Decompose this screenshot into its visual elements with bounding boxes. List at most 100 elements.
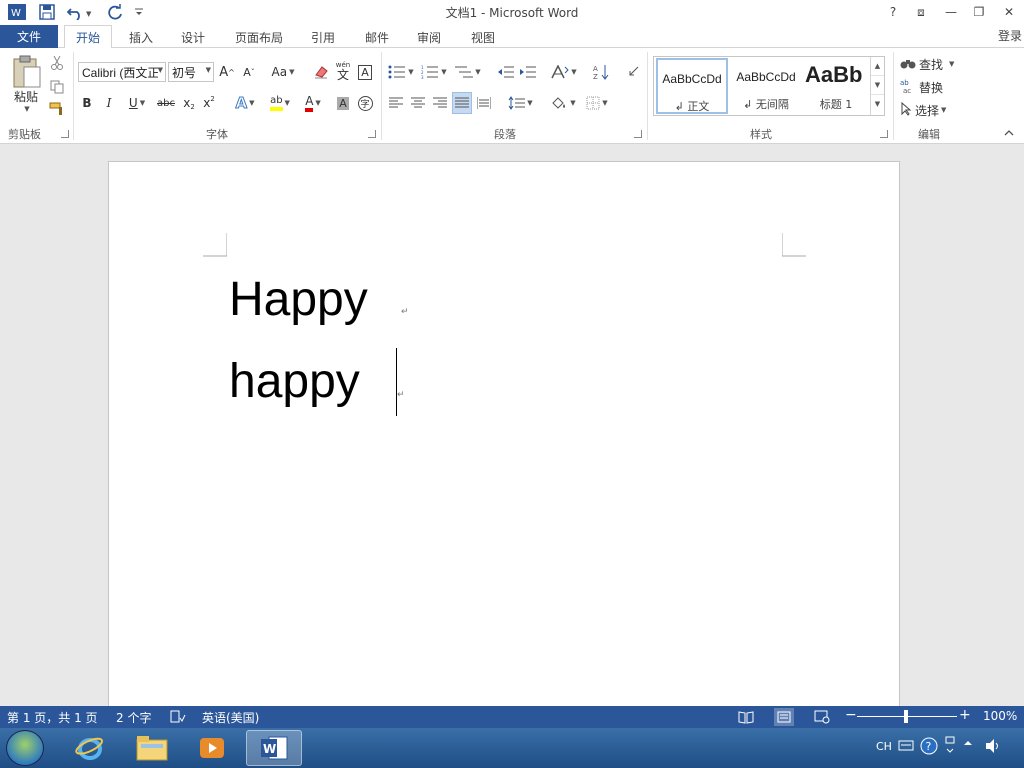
italic-button[interactable]: I bbox=[100, 92, 118, 114]
media-player-icon[interactable] bbox=[184, 730, 240, 766]
styles-scroll-down-icon[interactable]: ▼ bbox=[871, 76, 884, 95]
style-normal[interactable]: AaBbCcDd ↲ 正文 bbox=[656, 58, 728, 114]
enclose-characters-button[interactable]: 字 bbox=[356, 92, 374, 114]
style-heading-1[interactable]: AaBb 标题 1 bbox=[802, 58, 870, 114]
tab-review[interactable]: 审阅 bbox=[408, 25, 450, 49]
font-size-dropdown-icon[interactable]: ▼ bbox=[206, 66, 211, 74]
copy-icon[interactable] bbox=[48, 78, 66, 96]
document-line-2[interactable]: happy bbox=[229, 354, 360, 409]
proofing-icon[interactable] bbox=[170, 710, 186, 727]
ime-options-icon[interactable] bbox=[944, 736, 956, 759]
zoom-slider-thumb[interactable] bbox=[904, 710, 908, 723]
zoom-level[interactable]: 100% bbox=[983, 709, 1017, 723]
read-mode-icon[interactable] bbox=[738, 710, 754, 727]
paste-button[interactable]: 粘贴 bbox=[8, 88, 44, 104]
start-button-icon[interactable] bbox=[6, 730, 44, 766]
grow-font-button[interactable]: A ^ bbox=[218, 61, 236, 83]
tab-view[interactable]: 视图 bbox=[462, 25, 504, 49]
numbering-icon[interactable]: 1 2 3 ▼ bbox=[420, 61, 448, 83]
bullets-icon[interactable]: ▼ bbox=[387, 61, 415, 83]
underline-button[interactable]: U ▼ bbox=[122, 92, 152, 114]
subscript-button[interactable]: x2 bbox=[180, 92, 198, 114]
replace-button[interactable]: ab ac 替换 bbox=[900, 76, 960, 98]
align-left-icon[interactable] bbox=[387, 92, 405, 114]
select-button[interactable]: 选择 ▼ bbox=[900, 99, 960, 121]
font-name-combo[interactable]: Calibri (西文正 ▼ bbox=[78, 62, 166, 82]
chinese-layout-icon[interactable]: ▼ bbox=[550, 61, 578, 83]
phonetic-guide-button[interactable]: wén 文 bbox=[334, 58, 352, 84]
show-hide-marks-icon[interactable] bbox=[624, 61, 642, 83]
clear-formatting-icon[interactable] bbox=[312, 61, 330, 83]
superscript-button[interactable]: x2 bbox=[200, 92, 218, 114]
tab-references[interactable]: 引用 bbox=[302, 25, 344, 49]
word-taskbar-icon[interactable]: W bbox=[246, 730, 302, 766]
print-layout-icon[interactable] bbox=[774, 708, 794, 726]
paste-dropdown-icon[interactable]: ▼ bbox=[20, 104, 32, 114]
tab-design[interactable]: 设计 bbox=[172, 25, 214, 49]
ribbon-display-options-button[interactable]: ⧈ bbox=[908, 2, 934, 22]
margin-corner-top-left-icon bbox=[203, 233, 227, 257]
font-name-dropdown-icon[interactable]: ▼ bbox=[158, 66, 163, 74]
shading-icon[interactable]: ▼ bbox=[548, 92, 578, 114]
file-explorer-icon[interactable] bbox=[124, 730, 180, 766]
font-color-button[interactable]: A ▼ bbox=[298, 92, 328, 114]
zoom-out-button[interactable]: − bbox=[845, 707, 857, 723]
style-no-spacing[interactable]: AaBbCcDd ↲ 无间隔 bbox=[730, 58, 802, 114]
clipboard-dialog-launcher-icon[interactable] bbox=[61, 130, 69, 138]
styles-scroll-up-icon[interactable]: ▲ bbox=[871, 57, 884, 76]
font-dialog-launcher-icon[interactable] bbox=[368, 130, 376, 138]
internet-explorer-icon[interactable] bbox=[62, 730, 118, 766]
paragraph-dialog-launcher-icon[interactable] bbox=[634, 130, 642, 138]
tab-page-layout[interactable]: 页面布局 bbox=[226, 25, 292, 49]
align-right-icon[interactable] bbox=[431, 92, 449, 114]
input-language[interactable]: CH bbox=[876, 740, 892, 753]
show-hidden-icons-icon[interactable] bbox=[963, 738, 973, 751]
collapse-ribbon-icon[interactable] bbox=[1002, 126, 1016, 140]
page-count-status[interactable]: 第 1 页，共 1 页 bbox=[7, 709, 98, 726]
help-tray-icon[interactable]: ? bbox=[920, 737, 938, 758]
volume-icon[interactable] bbox=[984, 738, 1002, 757]
tab-mailings[interactable]: 邮件 bbox=[356, 25, 398, 49]
clipboard-icon[interactable] bbox=[8, 54, 44, 90]
align-center-icon[interactable] bbox=[409, 92, 427, 114]
close-button[interactable]: ✕ bbox=[996, 2, 1022, 22]
format-painter-icon[interactable] bbox=[48, 100, 66, 118]
web-layout-icon[interactable] bbox=[814, 710, 830, 727]
tab-home[interactable]: 开始 bbox=[64, 25, 112, 49]
document-page[interactable]: Happy ↵ happy ↵ bbox=[108, 161, 900, 721]
character-shading-button[interactable]: A bbox=[334, 92, 352, 114]
restore-button[interactable]: ❐ bbox=[966, 2, 992, 22]
bold-button[interactable]: B bbox=[78, 92, 96, 114]
styles-more-icon[interactable]: ▼ bbox=[871, 95, 884, 114]
borders-icon[interactable]: ▼ bbox=[582, 92, 612, 114]
zoom-in-button[interactable]: + bbox=[959, 707, 971, 723]
strikethrough-button[interactable]: abc bbox=[156, 92, 176, 114]
shrink-font-button[interactable]: Aˇ bbox=[240, 61, 258, 83]
text-highlight-color-button[interactable]: ab ▼ bbox=[264, 92, 296, 114]
text-effects-button[interactable]: A ▼ bbox=[230, 92, 260, 114]
change-case-button[interactable]: Aa ▼ bbox=[268, 61, 298, 83]
decrease-indent-icon[interactable] bbox=[496, 61, 516, 83]
tab-file[interactable]: 文件 bbox=[0, 25, 58, 48]
line-spacing-icon[interactable]: ▼ bbox=[506, 92, 534, 114]
language-status[interactable]: 英语(美国) bbox=[202, 709, 259, 726]
increase-indent-icon[interactable] bbox=[518, 61, 538, 83]
styles-dialog-launcher-icon[interactable] bbox=[880, 130, 888, 138]
multilevel-list-icon[interactable]: ▼ bbox=[454, 61, 482, 83]
font-size-combo[interactable]: 初号 ▼ bbox=[168, 62, 214, 82]
word-count-status[interactable]: 2 个字 bbox=[116, 709, 151, 726]
distributed-icon[interactable] bbox=[475, 92, 493, 114]
cut-icon[interactable] bbox=[48, 54, 66, 72]
find-button[interactable]: 查找 ▼ bbox=[900, 53, 964, 75]
group-divider bbox=[381, 52, 382, 140]
document-line-1[interactable]: Happy bbox=[229, 272, 368, 327]
text-cursor bbox=[396, 348, 397, 416]
help-button[interactable]: ? bbox=[880, 2, 906, 22]
sign-in-link[interactable]: 登录 bbox=[998, 27, 1022, 44]
character-border-button[interactable]: A bbox=[356, 61, 374, 83]
justify-icon[interactable] bbox=[452, 92, 472, 114]
sort-icon[interactable]: AZ bbox=[592, 61, 610, 83]
minimize-button[interactable]: — bbox=[938, 2, 964, 22]
keyboard-icon[interactable] bbox=[898, 738, 914, 755]
tab-insert[interactable]: 插入 bbox=[120, 25, 162, 49]
